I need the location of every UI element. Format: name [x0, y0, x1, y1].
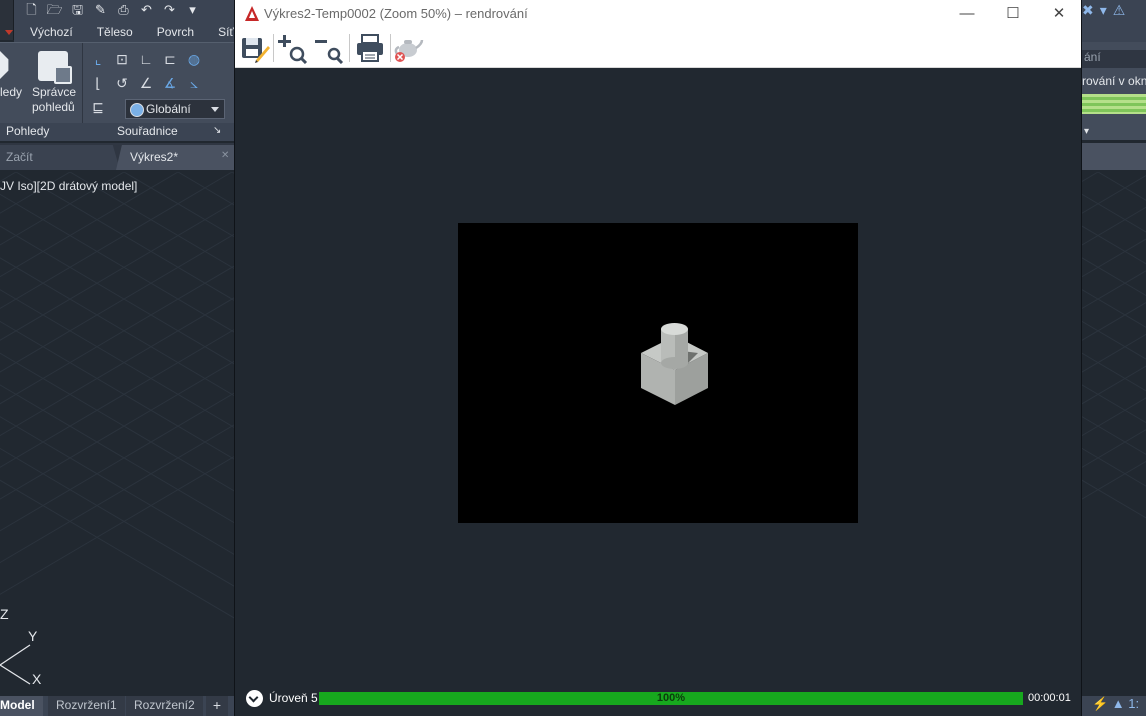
minimize-button[interactable]: —	[944, 0, 990, 28]
render-in-window-label[interactable]: rování v okn	[1082, 74, 1146, 88]
tab-start[interactable]: Začít	[0, 145, 120, 170]
teapot-render-icon[interactable]	[392, 32, 424, 64]
ucs-y-label: Y	[28, 628, 38, 644]
right-toolbar: ✖ ▾ ⚠	[1082, 0, 1146, 42]
print-icon[interactable]: ⎙	[114, 2, 133, 18]
ucs-y-icon[interactable]: ∡	[159, 73, 181, 93]
window-title: Výkres2-Temp0002 (Zoom 50%) – rendrování	[264, 6, 528, 21]
tab-drawing2[interactable]: Výkres2*	[116, 145, 234, 170]
tab-model[interactable]: Model	[0, 696, 43, 716]
render-progress-text: 100%	[656, 692, 686, 704]
zoom-out-icon[interactable]	[313, 32, 345, 64]
ribbon-tab-surface[interactable]: Povrch	[141, 22, 202, 42]
ucs-previous-icon[interactable]: ↺	[111, 73, 133, 93]
document-tabs: Začít Výkres2* ✕	[0, 143, 234, 170]
render-quality-bar[interactable]	[1082, 94, 1146, 114]
ucs-face-icon[interactable]: ⌊	[87, 73, 109, 93]
views-panel-label: Pohledy	[6, 124, 50, 138]
add-layout-button[interactable]: +	[206, 696, 228, 716]
ribbon-tab-home[interactable]: Výchozí	[14, 22, 81, 42]
ribbon-tabs: Výchozí Těleso Povrch Síť	[14, 22, 234, 42]
ucs-x-label: X	[32, 671, 42, 687]
ucs-x-icon[interactable]: ∠	[135, 73, 157, 93]
viewport-label[interactable]: JV Iso][2D drátový model]	[0, 179, 137, 193]
help-icon[interactable]: ⚠	[1113, 2, 1126, 19]
application-menu-button[interactable]	[0, 0, 14, 40]
print-icon[interactable]	[354, 32, 386, 64]
ucs-axes-icon: Z Y X	[0, 606, 42, 687]
coordinates-panel: ⌞ ⊡ ∟ ⊏ ◍ ⌊ ↺ ∠ ∡ ⦣ ⊑ Globální	[82, 43, 228, 123]
save-as-icon[interactable]: ✎	[91, 2, 110, 18]
zoom-in-icon[interactable]	[277, 32, 309, 64]
ucs-z-label: Z	[0, 606, 9, 622]
ucs-world-icon[interactable]: ⊡	[111, 49, 133, 69]
open-folder-icon[interactable]: 🗁	[45, 2, 64, 18]
view-manager-button[interactable]: Správce pohledů	[32, 51, 76, 119]
panel-expand-icon[interactable]: ↘	[213, 125, 221, 136]
panel-labels: Pohledy Souřadnice ↘	[0, 123, 234, 141]
view-manager-icon	[38, 51, 72, 84]
exchange-icon[interactable]: ✖	[1082, 2, 1094, 19]
new-file-icon[interactable]: 🗋	[22, 2, 41, 18]
ucs-z-icon[interactable]: ⦣	[183, 73, 205, 93]
views-icon	[0, 51, 9, 79]
save-render-icon[interactable]	[238, 32, 270, 64]
right-ribbon: ání rování v okn ▾	[1082, 42, 1146, 140]
ucs-icon[interactable]: ⌞	[87, 49, 109, 69]
right-iso-grid	[1082, 172, 1146, 519]
ucs-select[interactable]: Globální	[125, 99, 225, 119]
rendered-model	[641, 323, 708, 405]
autodesk-icon[interactable]: ▾	[1100, 2, 1107, 19]
layout-tabs: Model Rozvržení1 Rozvržení2 +	[0, 696, 234, 716]
redo-icon[interactable]: ↷	[160, 2, 179, 18]
expand-details-icon[interactable]	[246, 690, 263, 707]
right-panel-title: ání	[1082, 50, 1146, 68]
background-autocad-left: 🗋 🗁 🖫 ✎ ⎙ ↶ ↷ ▾ Výchozí Těleso Povrch Sí…	[0, 0, 234, 716]
render-status-bar: Úroveň 5 100% 00:00:01	[235, 684, 1081, 716]
close-button[interactable]: ✕	[1036, 0, 1082, 28]
named-views-button[interactable]: ledy	[0, 51, 26, 99]
dropdown-arrow-icon[interactable]: ▾	[1084, 126, 1089, 137]
render-window-titlebar[interactable]: Výkres2-Temp0002 (Zoom 50%) – rendrování…	[235, 0, 1081, 28]
customize-icon[interactable]: ▾	[183, 2, 202, 18]
save-icon[interactable]: 🖫	[68, 2, 87, 18]
toolbar-separator	[390, 34, 391, 62]
ribbon-panel: ledy Správce pohledů ⌞ ⊡ ∟ ⊏ ◍ ⌊ ↺ ∠ ∡ ⦣…	[0, 42, 234, 141]
status-bar-right: ⚡ ▲ 1:	[1082, 696, 1146, 716]
background-autocad-right: ✖ ▾ ⚠ ání rování v okn ▾ ⚡ ▲ 1:	[1082, 0, 1146, 716]
toolbar-separator	[273, 34, 274, 62]
views-panel: ledy Správce pohledů	[0, 43, 80, 123]
render-canvas-area[interactable]	[235, 68, 1081, 684]
ribbon-tab-solid[interactable]: Těleso	[81, 22, 141, 42]
quick-access-toolbar: 🗋 🗁 🖫 ✎ ⎙ ↶ ↷ ▾	[0, 0, 234, 22]
close-tab-icon[interactable]: ✕	[221, 150, 229, 161]
toolbar-separator	[349, 34, 350, 62]
ucs-object-icon[interactable]: ◍	[183, 49, 205, 69]
rendered-image	[458, 223, 858, 523]
autocad-logo-icon	[245, 6, 259, 21]
ucs-view-icon[interactable]: ⊏	[159, 49, 181, 69]
maximize-button[interactable]: ☐	[990, 0, 1036, 28]
render-toolbar	[235, 28, 1081, 68]
render-progress-bar: 100%	[319, 692, 1023, 705]
undo-icon[interactable]: ↶	[137, 2, 156, 18]
right-doc-tab-area	[1082, 143, 1146, 170]
ucs-3point-icon[interactable]: ∟	[135, 49, 157, 69]
ucs-origin-icon[interactable]: ⊑	[87, 97, 109, 117]
drawing-viewport[interactable]: JV Iso][2D drátový model] Z Y X	[0, 172, 234, 696]
tab-layout2[interactable]: Rozvržení2	[126, 696, 203, 716]
render-level-label: Úroveň 5	[269, 691, 318, 705]
render-window: Výkres2-Temp0002 (Zoom 50%) – rendrování…	[234, 0, 1082, 716]
tab-layout1[interactable]: Rozvržení1	[48, 696, 125, 716]
coordinates-panel-label: Souřadnice	[117, 124, 178, 138]
elapsed-time: 00:00:01	[1028, 692, 1071, 704]
